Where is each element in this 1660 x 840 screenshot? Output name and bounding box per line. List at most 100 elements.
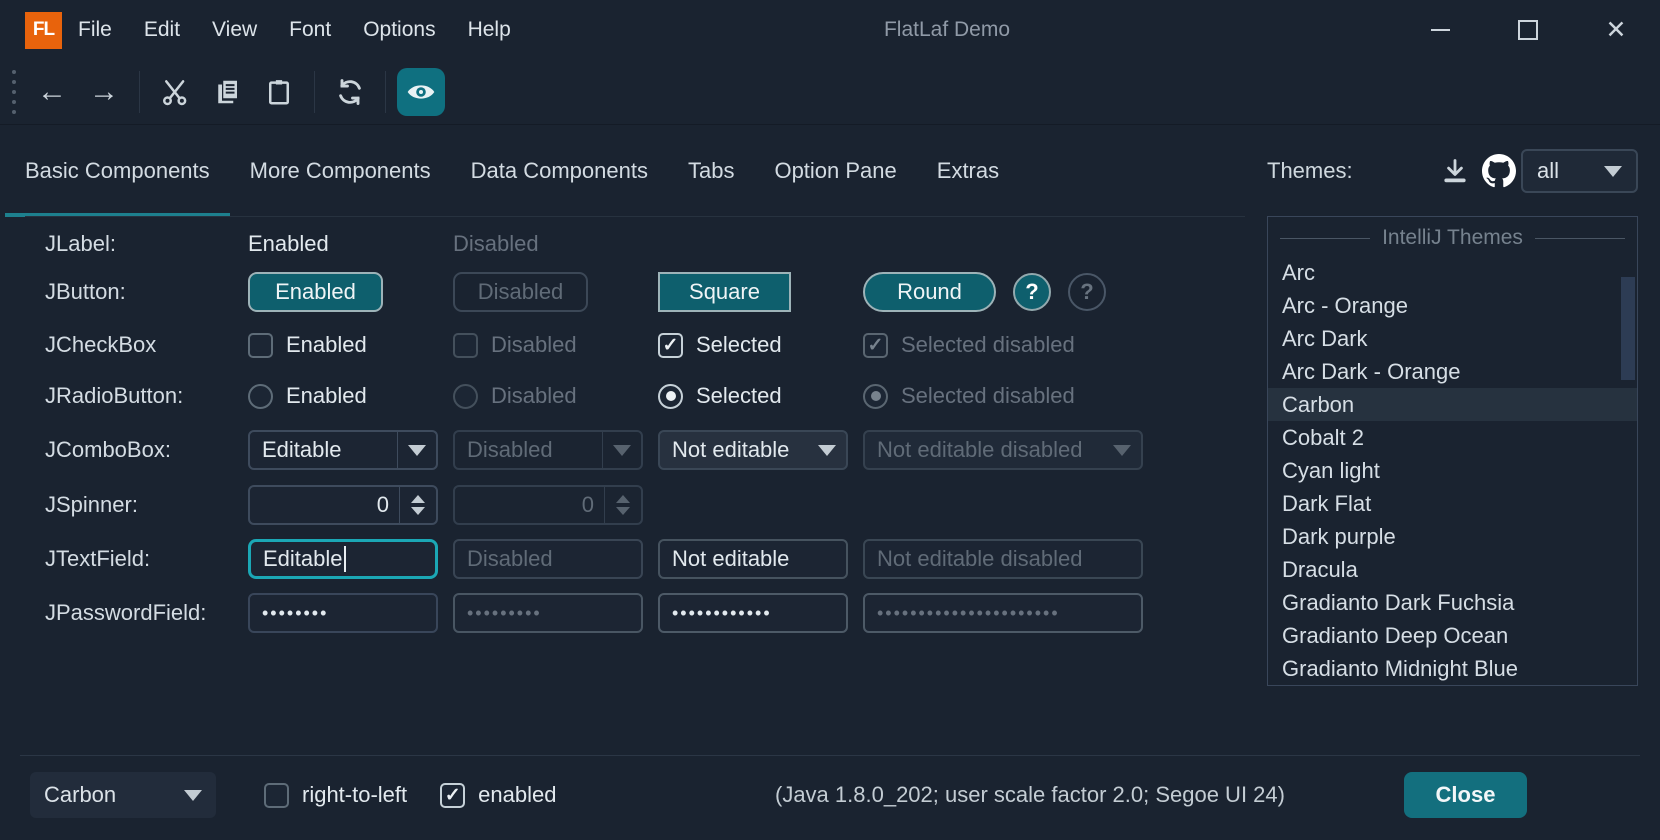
maximize-button[interactable] <box>1484 0 1572 60</box>
textfield-editable[interactable]: Editable <box>248 539 438 579</box>
toolbar-separator <box>385 71 386 113</box>
tab-option-pane[interactable]: Option Pane <box>754 125 916 217</box>
theme-item-arc-orange[interactable]: Arc - Orange <box>1268 289 1637 322</box>
spinner-enabled[interactable]: 0 <box>248 485 438 525</box>
spinner-buttons[interactable] <box>400 487 436 523</box>
checkbox-selected[interactable]: ✓ Selected <box>658 332 863 358</box>
chevron-down-icon <box>613 445 631 456</box>
bottombar-separator <box>20 755 1640 756</box>
jradiobutton-row: JRadioButton: Enabled Disabled Selected … <box>45 374 1075 418</box>
close-button[interactable]: Close <box>1404 772 1527 818</box>
show-hidden-toggle-button[interactable] <box>397 68 445 116</box>
radio-selected[interactable]: Selected <box>658 383 863 409</box>
tabbar: Basic Components More Components Data Co… <box>5 125 1019 217</box>
textfield-disabled: Disabled <box>453 539 643 579</box>
checkbox-label: Enabled <box>286 332 367 358</box>
menu-edit[interactable]: Edit <box>128 0 196 60</box>
tab-extras[interactable]: Extras <box>917 125 1019 217</box>
github-link-button[interactable] <box>1477 149 1521 193</box>
combobox-value[interactable]: Editable <box>250 437 397 463</box>
menu-file[interactable]: File <box>62 0 128 60</box>
tab-more-components[interactable]: More Components <box>230 125 451 217</box>
menu-help[interactable]: Help <box>452 0 527 60</box>
tab-tabs[interactable]: Tabs <box>668 125 754 217</box>
menu-font[interactable]: Font <box>273 0 347 60</box>
tab-data-components[interactable]: Data Components <box>451 125 668 217</box>
lookandfeel-value: Carbon <box>44 782 184 808</box>
cut-button[interactable] <box>151 68 199 116</box>
jcheckbox-row-label: JCheckBox <box>45 332 248 358</box>
radio-label: Selected <box>696 383 782 409</box>
password-dots: •••••••••••• <box>672 603 772 624</box>
theme-item-carbon[interactable]: Carbon <box>1268 388 1637 421</box>
password-dots: ••••••••• <box>467 603 542 624</box>
theme-item-cyan-light[interactable]: Cyan light <box>1268 454 1637 487</box>
lookandfeel-combobox[interactable]: Carbon <box>30 772 216 818</box>
eye-icon <box>405 76 437 108</box>
theme-item-gradianto-dark-fuchsia[interactable]: Gradianto Dark Fuchsia <box>1268 586 1637 619</box>
theme-item-dark-purple[interactable]: Dark purple <box>1268 520 1637 553</box>
copy-button[interactable] <box>203 68 251 116</box>
jtextfield-row: JTextField: Editable Disabled Not editab… <box>45 537 1143 581</box>
chevron-down-icon <box>818 445 836 456</box>
themes-list: IntelliJ Themes Arc Arc - Orange Arc Dar… <box>1267 216 1638 686</box>
theme-item-gradianto-midnight-blue[interactable]: Gradianto Midnight Blue <box>1268 652 1637 685</box>
paste-button[interactable] <box>255 68 303 116</box>
enabled-button[interactable]: Enabled <box>248 272 383 312</box>
refresh-button[interactable] <box>326 68 374 116</box>
radio-enabled[interactable]: Enabled <box>248 383 453 409</box>
checkbox-label: enabled <box>478 782 556 808</box>
themes-header: Themes: all <box>1267 140 1638 202</box>
round-button[interactable]: Round <box>863 272 996 312</box>
jbutton-row-label: JButton: <box>45 279 248 305</box>
combobox-not-editable-disabled: Not editable disabled <box>863 430 1143 470</box>
menu-view[interactable]: View <box>196 0 273 60</box>
combobox-value: Not editable <box>660 437 808 463</box>
themes-filter-combobox[interactable]: all <box>1521 149 1638 193</box>
toolbar-grip-handle[interactable] <box>12 70 16 114</box>
themes-group-header: IntelliJ Themes <box>1268 224 1637 256</box>
combobox-disabled: Disabled <box>453 430 643 470</box>
combobox-value: Not editable disabled <box>865 437 1103 463</box>
app-window: FL File Edit View Font Options Help Flat… <box>0 0 1660 840</box>
tabbar-underline <box>25 216 1245 217</box>
textfield-value: Disabled <box>467 546 553 572</box>
spinner-value[interactable]: 0 <box>250 492 399 518</box>
square-button[interactable]: Square <box>658 272 791 312</box>
passwordfield-not-editable-disabled: •••••••••••••••••••••• <box>863 593 1143 633</box>
combobox-not-editable[interactable]: Not editable <box>658 430 848 470</box>
theme-item-arc-dark[interactable]: Arc Dark <box>1268 322 1637 355</box>
close-window-button[interactable]: ✕ <box>1572 0 1660 60</box>
tab-basic-components[interactable]: Basic Components <box>5 125 230 217</box>
runtime-info-text: (Java 1.8.0_202; user scale factor 2.0; … <box>775 782 1285 808</box>
theme-item-arc[interactable]: Arc <box>1268 256 1637 289</box>
menu-options[interactable]: Options <box>347 0 451 60</box>
paste-icon <box>264 77 294 107</box>
theme-item-dracula[interactable]: Dracula <box>1268 553 1637 586</box>
download-themes-button[interactable] <box>1433 149 1477 193</box>
themes-list-scrollbar[interactable] <box>1621 277 1635 380</box>
theme-item-gradianto-deep-ocean[interactable]: Gradianto Deep Ocean <box>1268 619 1637 652</box>
radio-selected-icon <box>658 384 683 409</box>
minimize-icon <box>1431 29 1450 31</box>
toolbar: ← → <box>0 60 1660 125</box>
refresh-icon <box>335 77 365 107</box>
theme-item-dark-flat[interactable]: Dark Flat <box>1268 487 1637 520</box>
enabled-checkbox[interactable]: ✓ enabled <box>440 782 556 808</box>
back-icon: ← <box>37 77 67 107</box>
minimize-button[interactable] <box>1396 0 1484 60</box>
theme-item-cobalt-2[interactable]: Cobalt 2 <box>1268 421 1637 454</box>
passwordfield-editable[interactable]: •••••••• <box>248 593 438 633</box>
github-icon <box>1482 154 1516 188</box>
jlabel-row: JLabel: Enabled Disabled <box>45 222 863 266</box>
back-button[interactable]: ← <box>28 68 76 116</box>
checkbox-enabled[interactable]: Enabled <box>248 332 453 358</box>
help-button[interactable]: ? <box>1013 273 1051 311</box>
theme-item-arc-dark-orange[interactable]: Arc Dark - Orange <box>1268 355 1637 388</box>
combobox-value: Disabled <box>455 437 602 463</box>
right-to-left-checkbox[interactable]: right-to-left <box>264 782 407 808</box>
spinner-down-icon <box>616 507 630 515</box>
forward-button[interactable]: → <box>80 68 128 116</box>
chevron-down-icon <box>184 790 202 801</box>
combobox-editable[interactable]: Editable <box>248 430 438 470</box>
